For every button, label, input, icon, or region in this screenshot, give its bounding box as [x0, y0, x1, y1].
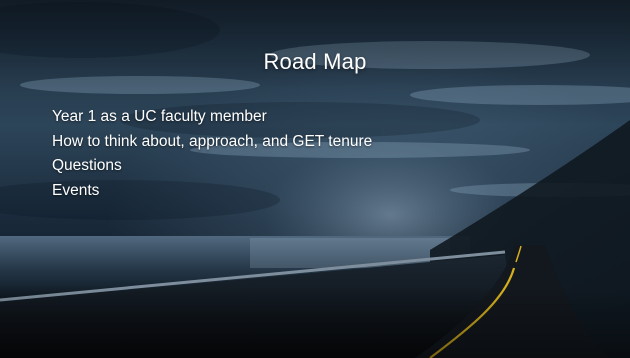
bullet-item: Questions: [52, 157, 122, 174]
slide-title: Road Map: [263, 49, 367, 74]
bullet-item: Events: [52, 181, 100, 199]
bullet-item: How to think about, approach, and GET te…: [52, 132, 373, 150]
bullet-list: Year 1 as a UC faculty member How to thi…: [52, 105, 372, 203]
slide: Road Map Year 1 as a UC faculty member H…: [0, 0, 630, 358]
bullet-item: Year 1 as a UC faculty member: [52, 108, 267, 125]
